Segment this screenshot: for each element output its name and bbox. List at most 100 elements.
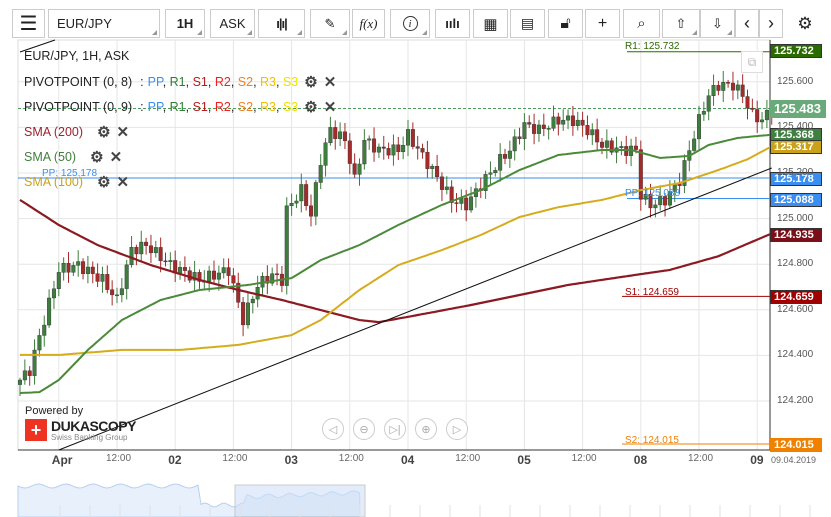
candle-body [469,196,474,211]
candle-body [178,267,183,274]
candle-body [245,302,250,326]
candle-body [454,202,459,204]
candle-body [503,154,508,159]
candle [304,180,309,211]
candle-body [289,203,294,206]
scroll-forward-button[interactable]: ▷ [446,418,468,440]
current-date: 09.04.2019 [771,455,817,465]
pivot-level-r1: R1 [169,75,186,89]
popout-icon[interactable]: ⧉ [741,51,763,73]
candle-body [158,247,163,262]
pp2-price-tag: 125.088 [770,193,822,207]
dukascopy-logo: + [25,419,47,441]
candle-body [56,272,61,289]
candle-body [546,128,551,130]
candle-body [401,145,406,153]
pivot-level-r2: R2 [214,75,231,89]
pivot-level-pp: PP [147,100,163,114]
candle-body [580,119,585,126]
zoom-in-button[interactable]: ⊕ [415,418,437,440]
candle-body [47,297,52,326]
candle-body [706,95,711,112]
candle-body [90,266,95,274]
candle-body [221,267,226,274]
candle-body [435,166,440,178]
close-icon[interactable]: ✕ [324,73,337,91]
candle-body [512,136,517,152]
candle-body [76,261,81,266]
candle-body [711,85,716,96]
x-tick-label: Apr [51,453,73,467]
candle-body [517,136,522,139]
y-tick-label: 125.200 [777,167,814,178]
gear-icon[interactable]: ⚙ [97,123,110,141]
close-icon[interactable]: ✕ [117,173,130,191]
candle-body [633,145,638,150]
candle-body [163,260,168,263]
candle-body [381,146,386,149]
candle-body [464,197,469,211]
candle-body [697,114,702,140]
candle-body [493,170,498,174]
candle-body [653,204,658,209]
close-icon[interactable]: ✕ [110,148,123,166]
candle-body [42,324,47,336]
pivot-legend-1: PIVOTPOINT (0, 8): PP, R1, S1, R2, S2, R3… [24,73,336,91]
candle-body [284,205,289,286]
candle-body [105,274,110,290]
scroll-to-end-button[interactable]: ▷| [384,418,406,440]
y-tick-label: 124.200 [777,395,814,406]
candle-body [716,85,721,91]
gear-icon[interactable]: ⚙ [304,98,317,116]
pivot-level-s3: S3 [282,100,299,114]
triangle-right-icon: ▷ [452,423,462,436]
candle-body [318,165,323,183]
candle-body [439,176,444,190]
y-tick-label: 125.400 [777,121,814,133]
candle-body [740,84,745,97]
scroll-back-button[interactable]: ◁ [322,418,344,440]
candle-body [168,260,173,262]
candle-body [760,119,765,123]
brand-name: DUKASCOPY [51,418,136,434]
candle-body [309,205,314,217]
candle-body [241,302,246,326]
candle-body [182,267,187,271]
close-icon[interactable]: ✕ [117,123,130,141]
gear-icon[interactable]: ⚙ [90,148,103,166]
sma100-price-tag: 125.317 [770,140,822,154]
candle-body [22,370,27,381]
candle-body [304,184,309,206]
candle-body [294,200,299,204]
candle-body [532,124,537,134]
candle-body [81,261,86,274]
close-icon[interactable]: ✕ [324,98,337,116]
candle-body [134,247,139,255]
candle-body [585,125,590,136]
gear-icon[interactable]: ⚙ [97,173,110,191]
y-tick-label: 124.800 [777,258,814,270]
x-tick-label: 12:00 [688,453,714,464]
candle-body [85,266,90,274]
pivot-level-s2: S2 [237,75,254,89]
candle-body [124,264,129,289]
zoom-in-icon: ⊕ [421,423,431,436]
candle-body [430,166,435,169]
gear-icon[interactable]: ⚙ [304,73,317,91]
pivot-level-s1: S1 [192,75,208,89]
candle-body [396,144,401,153]
pivot-level-s3: S3 [282,75,299,89]
zoom-out-button[interactable]: ⊖ [353,418,375,440]
candle-body [600,141,605,148]
s2-price-tag: 124.015 [770,438,822,452]
sma200-legend: SMA (200) ⚙ ✕ [24,123,129,141]
x-tick-label: 09 [750,453,764,467]
candle-body [561,119,566,125]
pivot-level-r2: R2 [214,100,231,114]
pp1-label: PP: 125.178 [42,168,98,179]
candle-body [250,298,255,304]
candle-body [735,84,740,91]
candle-body [342,131,347,142]
candle-body [61,263,66,273]
candle-body [216,272,221,280]
